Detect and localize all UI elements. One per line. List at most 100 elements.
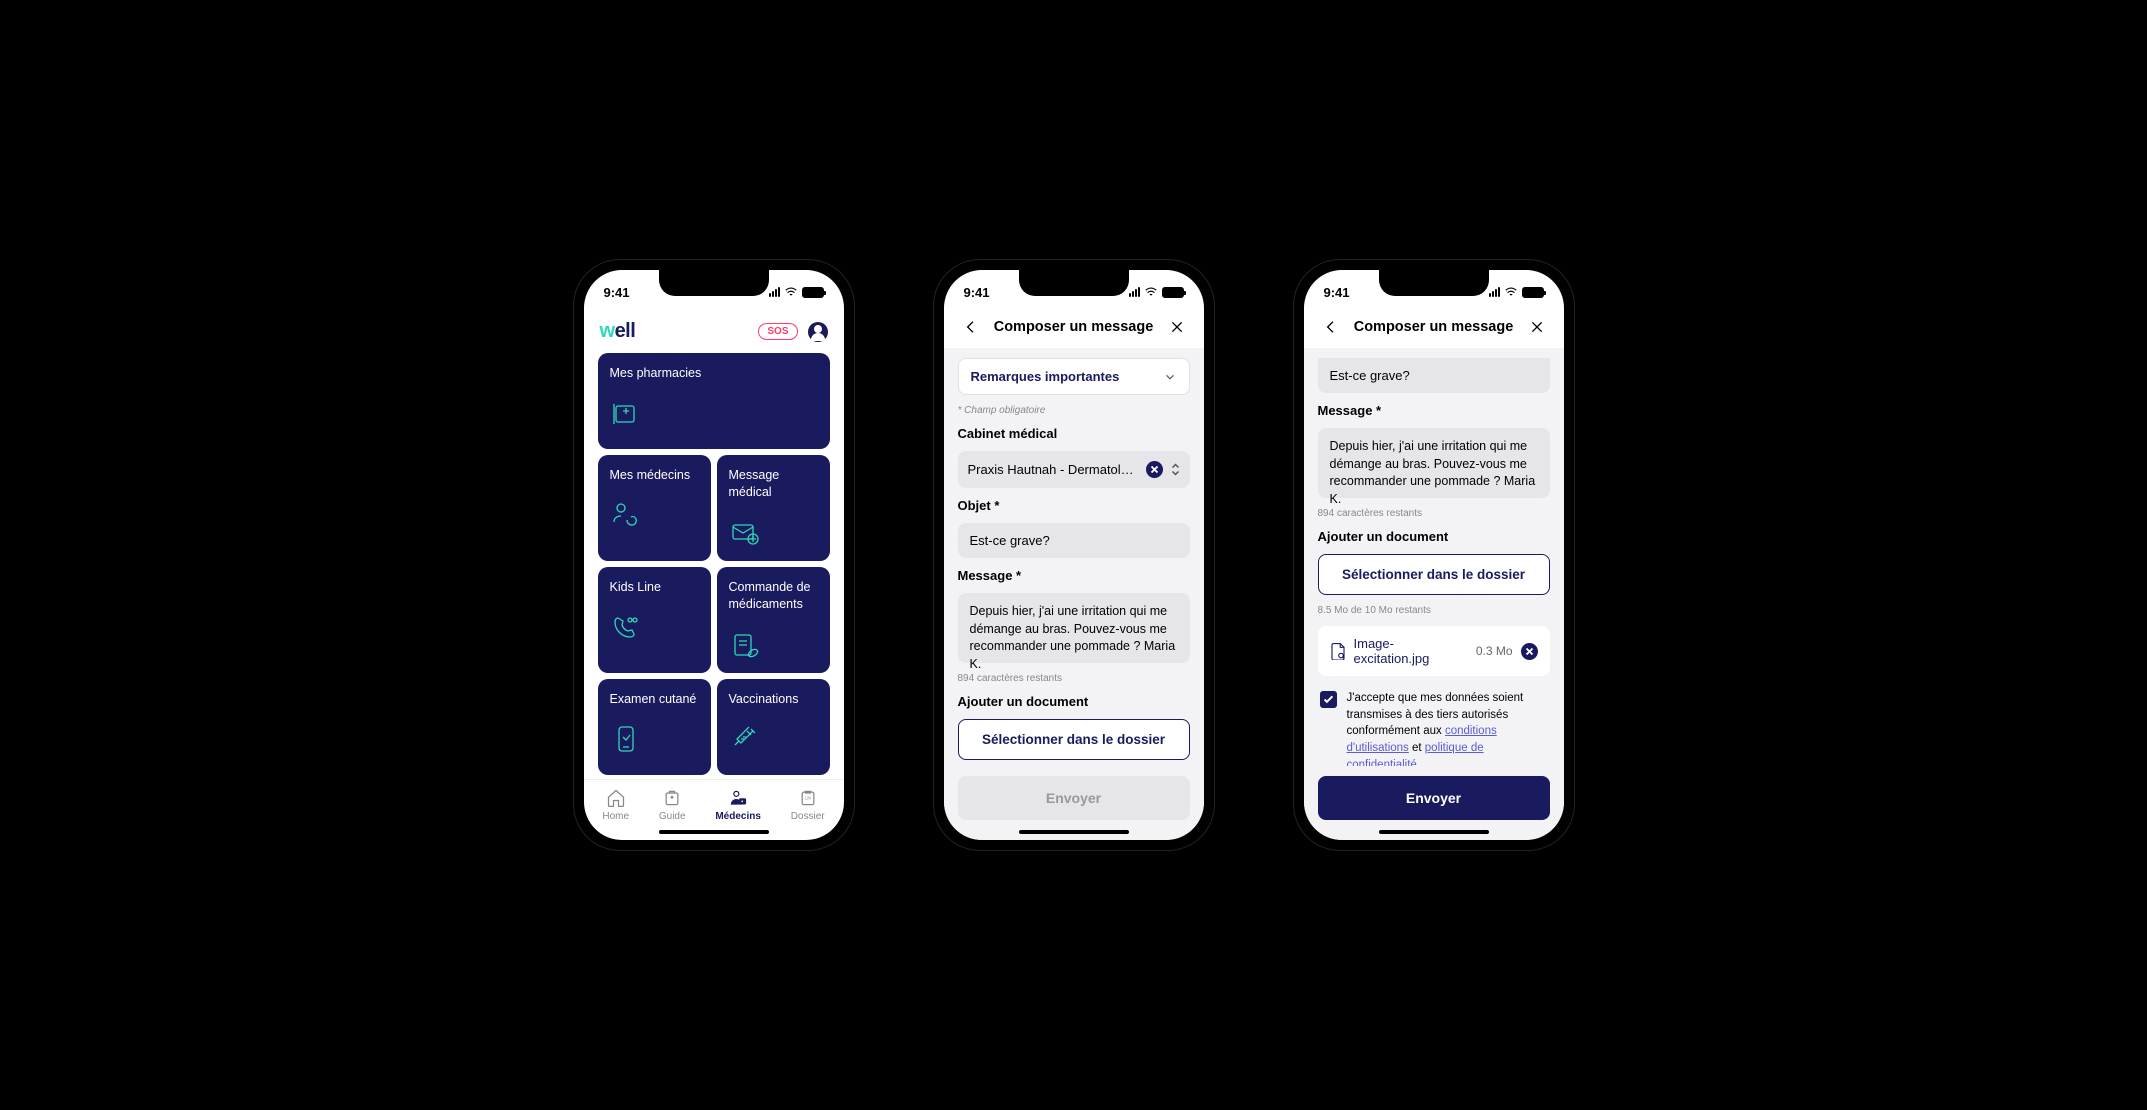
back-button[interactable] (1320, 316, 1342, 338)
notch (1019, 270, 1129, 296)
chevron-down-icon (1163, 370, 1177, 384)
wifi-icon (1504, 285, 1518, 299)
subject-input-partial[interactable]: Est-ce grave? (1318, 358, 1550, 393)
status-time: 9:41 (604, 285, 630, 300)
tile-label: Kids Line (610, 579, 699, 596)
screen-compose: 9:41 Composer un message Remarques impor… (944, 270, 1204, 840)
phone-kids-icon (610, 612, 642, 644)
battery-icon (1522, 287, 1544, 298)
phone-frame-2: 9:41 Composer un message Remarques impor… (934, 260, 1214, 850)
file-icon (1330, 642, 1346, 660)
select-folder-button[interactable]: Sélectionner dans le dossier (958, 719, 1190, 760)
accordion-label: Remarques importantes (971, 369, 1120, 384)
battery-icon (1162, 287, 1184, 298)
wifi-icon (1144, 285, 1158, 299)
cabinet-value: Praxis Hautnah - Dermatolo... (968, 462, 1138, 477)
clear-cabinet-button[interactable] (1146, 461, 1163, 478)
wifi-icon (784, 285, 798, 299)
remove-file-button[interactable] (1521, 643, 1538, 660)
char-counter: 894 caractères restants (958, 673, 1190, 684)
tile-label: Vaccinations (729, 691, 818, 708)
file-name: Image-excitation.jpg (1354, 636, 1468, 666)
file-size: 0.3 Mo (1476, 644, 1513, 658)
tile-pharmacies[interactable]: Mes pharmacies (598, 353, 830, 449)
tile-label: Examen cutané (610, 691, 699, 708)
message-label: Message * (958, 568, 1190, 583)
stepper-icon[interactable] (1171, 463, 1180, 476)
tile-label: Message médical (729, 467, 818, 501)
tab-label: Guide (659, 811, 686, 822)
battery-icon (802, 287, 824, 298)
modal-title: Composer un message (1354, 319, 1514, 335)
attach-label: Ajouter un document (1318, 529, 1550, 544)
tile-vaccinations[interactable]: Vaccinations (717, 679, 830, 775)
close-button[interactable] (1166, 316, 1188, 338)
message-textarea[interactable]: Depuis hier, j'ai une irritation qui me … (958, 593, 1190, 663)
attached-file-row: Image-excitation.jpg 0.3 Mo (1318, 626, 1550, 676)
tile-doctors[interactable]: Mes médecins (598, 455, 711, 561)
tile-label: Mes médecins (610, 467, 699, 484)
subject-input[interactable]: Est-ce grave? (958, 523, 1190, 558)
tile-med-order[interactable]: Commande de médicaments (717, 567, 830, 673)
tab-label: Dossier (791, 811, 825, 822)
doctor-icon (610, 500, 642, 532)
doctors-tab-icon (727, 788, 749, 808)
screen-compose-scrolled: 9:41 Composer un message Est-ce grave? M… (1304, 270, 1564, 840)
tab-dossier[interactable]: LM Dossier (791, 788, 825, 822)
tab-home[interactable]: Home (602, 788, 629, 822)
pharmacy-icon (610, 398, 642, 430)
modal-title: Composer un message (994, 319, 1154, 335)
tile-label: Mes pharmacies (610, 365, 818, 382)
svg-text:LM: LM (805, 796, 811, 801)
tile-kids-line[interactable]: Kids Line (598, 567, 711, 673)
app-header: well SOS (584, 314, 844, 353)
prescription-icon (729, 629, 761, 661)
send-button[interactable]: Envoyer (1318, 776, 1550, 820)
tab-guide[interactable]: Guide (659, 788, 686, 822)
home-indicator[interactable] (1379, 830, 1489, 834)
consent-checkbox[interactable] (1320, 691, 1337, 708)
sos-badge[interactable]: SOS (758, 323, 797, 340)
modal-header: Composer un message (944, 314, 1204, 348)
tile-skin-exam[interactable]: Examen cutané (598, 679, 711, 775)
status-icons (1489, 285, 1544, 299)
home-indicator[interactable] (1019, 830, 1129, 834)
select-folder-button[interactable]: Sélectionner dans le dossier (1318, 554, 1550, 595)
signal-icon (769, 287, 780, 297)
home-icon (605, 788, 627, 808)
notch (659, 270, 769, 296)
dossier-icon: LM (797, 788, 819, 808)
status-time: 9:41 (964, 285, 990, 300)
tab-doctors[interactable]: Médecins (715, 788, 761, 822)
notch (1379, 270, 1489, 296)
consent-row: J'accepte que mes données soient transmi… (1318, 686, 1550, 766)
char-counter: 894 caractères restants (1318, 508, 1550, 519)
syringe-icon (729, 723, 761, 755)
app-logo: well (600, 320, 636, 343)
screen-home: 9:41 well SOS Mes pharmacies Mes médecin… (584, 270, 844, 840)
cabinet-label: Cabinet médical (958, 426, 1190, 441)
subject-label: Objet * (958, 498, 1190, 513)
attach-label: Ajouter un document (958, 694, 1190, 709)
phone-frame-1: 9:41 well SOS Mes pharmacies Mes médecin… (574, 260, 854, 850)
important-notes-accordion[interactable]: Remarques importantes (958, 358, 1190, 395)
profile-icon[interactable] (808, 322, 828, 342)
signal-icon (1489, 287, 1500, 297)
tile-medical-message[interactable]: Message médical (717, 455, 830, 561)
size-remaining: 8.5 Mo de 10 Mo restants (1318, 605, 1550, 616)
send-button[interactable]: Envoyer (958, 776, 1190, 820)
tab-label: Médecins (715, 811, 761, 822)
home-indicator[interactable] (659, 830, 769, 834)
status-time: 9:41 (1324, 285, 1350, 300)
tile-label: Commande de médicaments (729, 579, 818, 613)
back-button[interactable] (960, 316, 982, 338)
message-textarea[interactable]: Depuis hier, j'ai une irritation qui me … (1318, 428, 1550, 498)
close-button[interactable] (1526, 316, 1548, 338)
phone-scan-icon (610, 723, 642, 755)
tab-label: Home (602, 811, 629, 822)
guide-icon (661, 788, 683, 808)
cabinet-select[interactable]: Praxis Hautnah - Dermatolo... (958, 451, 1190, 488)
status-icons (1129, 285, 1184, 299)
modal-header: Composer un message (1304, 314, 1564, 348)
required-hint: * Champ obligatoire (958, 405, 1190, 416)
